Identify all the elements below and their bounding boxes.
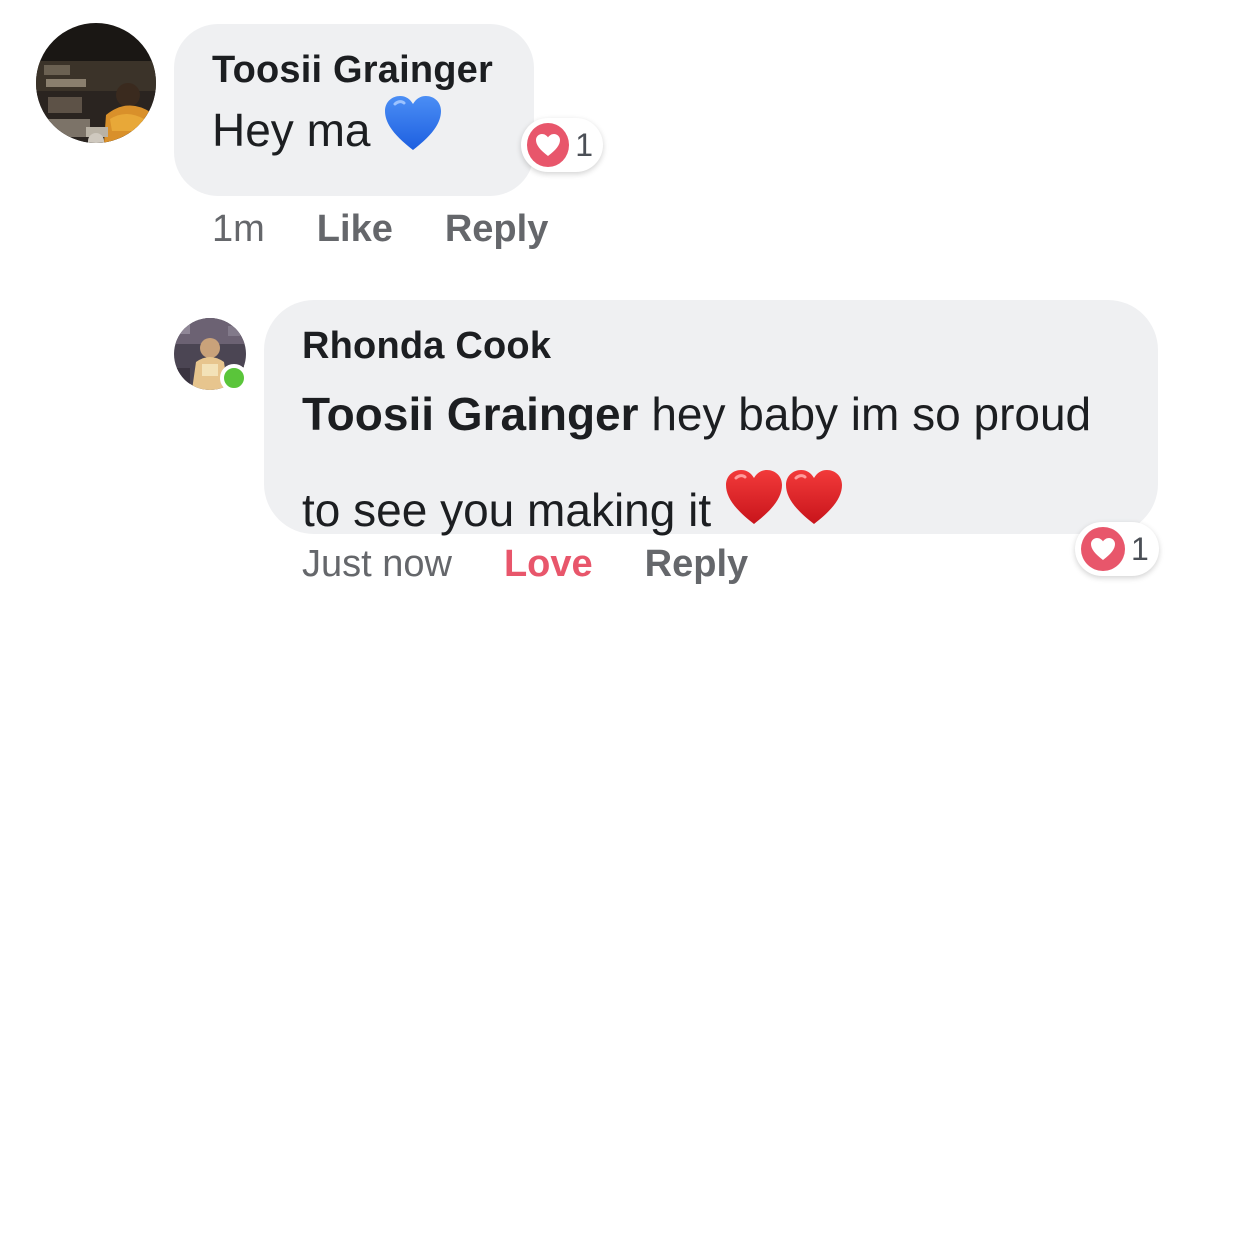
reaction-summary[interactable]: 1	[521, 118, 603, 172]
avatar[interactable]	[36, 23, 156, 143]
reply-button[interactable]: Reply	[645, 543, 748, 586]
mention-link[interactable]: Toosii Grainger	[302, 388, 639, 440]
reaction-count: 1	[575, 126, 593, 163]
comment-author[interactable]: Toosii Grainger	[212, 48, 534, 92]
reaction-summary[interactable]: 1	[1075, 522, 1159, 576]
avatar-photo	[36, 23, 156, 143]
comment-text: Toosii Grainger hey baby im so proud to …	[302, 366, 1142, 562]
comment-actions: 1m Like Reply	[212, 208, 548, 251]
love-reaction-icon	[1081, 527, 1125, 571]
red-heart-icon	[784, 462, 844, 558]
avatar[interactable]	[174, 318, 248, 392]
comment-author[interactable]: Rhonda Cook	[302, 324, 1158, 368]
blue-heart-icon	[383, 94, 443, 166]
comment-text: Hey ma	[212, 96, 534, 170]
online-status-indicator	[220, 364, 248, 392]
reaction-count: 1	[1131, 530, 1149, 567]
comment-timestamp[interactable]: 1m	[212, 208, 265, 251]
love-button[interactable]: Love	[504, 543, 593, 586]
comment-bubble: Toosii Grainger Hey ma	[174, 24, 534, 196]
like-button[interactable]: Like	[317, 208, 393, 251]
comment-bubble: Rhonda Cook Toosii Grainger hey baby im …	[264, 300, 1158, 536]
reply-button[interactable]: Reply	[445, 208, 548, 251]
comment-timestamp[interactable]: Just now	[302, 543, 452, 586]
comment-actions: Just now Love Reply	[302, 543, 748, 586]
love-reaction-icon	[527, 123, 570, 167]
